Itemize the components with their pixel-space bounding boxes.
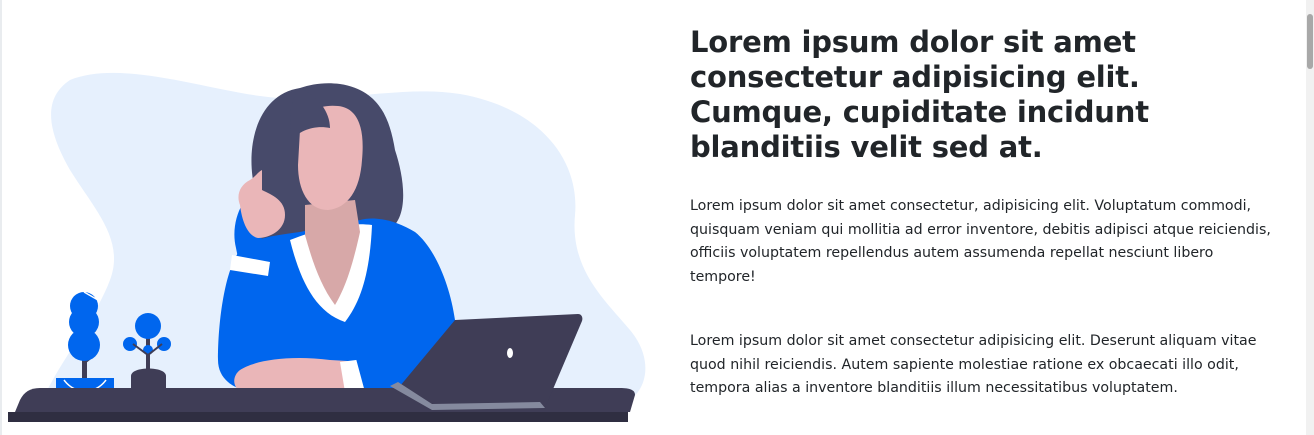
hero-paragraph-1: Lorem ipsum dolor sit amet consectetur, … [690,198,1271,285]
scrollbar-thumb[interactable] [1307,14,1313,69]
hero-content: Lorem ipsum dolor sit amet consectetur a… [690,25,1280,396]
hero-headline: Lorem ipsum dolor sit amet consectetur a… [690,25,1149,164]
vertical-scrollbar[interactable] [1306,0,1314,435]
woman-at-laptop-illustration [8,72,646,422]
page: Lorem ipsum dolor sit amet consectetur a… [0,0,1314,435]
hero-paragraph-2: Lorem ipsum dolor sit amet consectetur a… [690,333,1257,396]
